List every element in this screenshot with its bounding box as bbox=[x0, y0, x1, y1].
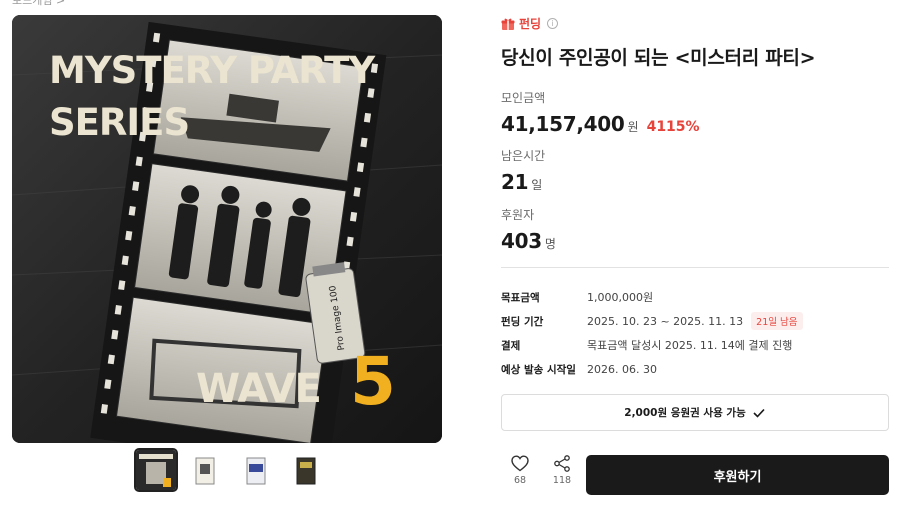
poster-title-line1: MYSTERY PARTY bbox=[49, 49, 376, 92]
backers-unit: 명 bbox=[544, 237, 556, 251]
like-count: 68 bbox=[513, 475, 527, 486]
raised-label: 모인금액 bbox=[501, 91, 546, 105]
funding-badge: 펀딩 i bbox=[501, 15, 889, 32]
backers-label: 후원자 bbox=[501, 208, 535, 222]
detail-value: 2025. 10. 23 ~ 2025. 11. 13 21일 남음 bbox=[587, 312, 803, 330]
coupon-label: 2,000원 응원권 사용 가능 bbox=[624, 407, 746, 419]
days-left-chip: 21일 남음 bbox=[751, 312, 803, 330]
raised-value: 41,157,400 bbox=[501, 112, 625, 136]
thumbnail-box-blue[interactable] bbox=[236, 450, 276, 490]
info-icon[interactable]: i bbox=[547, 18, 559, 29]
support-button[interactable]: 후원하기 bbox=[586, 455, 889, 495]
raised-amount: 모인금액 41,157,400 원 4115% bbox=[501, 89, 700, 136]
detail-label: 펀딩 기간 bbox=[501, 315, 544, 328]
detail-label: 목표금액 bbox=[501, 291, 540, 304]
detail-row-payment: 결제 목표금액 달성시 2025. 11. 14에 결제 진행 bbox=[501, 333, 889, 357]
detail-row-period: 펀딩 기간 2025. 10. 23 ~ 2025. 11. 13 21일 남음 bbox=[501, 309, 889, 333]
heart-icon bbox=[511, 455, 529, 472]
funding-badge-label: 펀딩 bbox=[519, 17, 542, 31]
product-title: 당신이 주인공이 되는 <미스터리 파티> bbox=[501, 47, 816, 69]
detail-value: 목표금액 달성시 2025. 11. 14에 결제 진행 bbox=[587, 339, 793, 352]
backer-count: 후원자 403 명 bbox=[501, 206, 556, 253]
funding-info-panel: 펀딩 i 당신이 주인공이 되는 <미스터리 파티> 모인금액 41,157,4… bbox=[501, 15, 889, 495]
share-count: 118 bbox=[552, 475, 572, 486]
remaining-value: 21 bbox=[501, 170, 529, 194]
check-icon bbox=[753, 408, 765, 418]
detail-value: 2026. 06. 30 bbox=[587, 362, 657, 376]
divider bbox=[501, 267, 889, 268]
funding-details: 목표금액 1,000,000원 펀딩 기간 2025. 10. 23 ~ 202… bbox=[501, 285, 889, 381]
remaining-unit: 일 bbox=[531, 178, 543, 192]
thumbnail-strip bbox=[134, 448, 326, 492]
share-icon bbox=[554, 455, 570, 472]
gift-icon bbox=[501, 18, 515, 30]
period-dates: 2025. 10. 23 ~ 2025. 11. 13 bbox=[587, 314, 744, 328]
raised-unit: 원 bbox=[627, 120, 639, 134]
detail-label: 결제 bbox=[501, 339, 521, 352]
thumbnail-main-cover[interactable] bbox=[134, 448, 178, 492]
action-bar: 68 118 후원하기 bbox=[501, 455, 889, 495]
detail-row-goal: 목표금액 1,000,000원 bbox=[501, 285, 889, 309]
breadcrumb[interactable]: 보드게임 > bbox=[12, 0, 65, 8]
thumbnail-box-white[interactable] bbox=[186, 450, 226, 490]
detail-value: 1,000,000원 bbox=[587, 291, 654, 304]
like-button[interactable]: 68 bbox=[503, 455, 537, 486]
remaining-time: 남은시간 21 일 bbox=[501, 147, 545, 194]
detail-label: 예상 발송 시작일 bbox=[501, 363, 576, 376]
remaining-label: 남은시간 bbox=[501, 149, 546, 163]
coupon-button[interactable]: 2,000원 응원권 사용 가능 bbox=[501, 394, 889, 431]
detail-row-shipping: 예상 발송 시작일 2026. 06. 30 bbox=[501, 357, 889, 381]
achievement-percent: 4115% bbox=[646, 119, 700, 135]
poster-title-line2: SERIES bbox=[49, 101, 189, 144]
backers-value: 403 bbox=[501, 229, 542, 253]
share-button[interactable]: 118 bbox=[545, 455, 579, 486]
poster-wave-text: WAVE bbox=[196, 366, 321, 412]
thumbnail-box-dark[interactable] bbox=[286, 450, 326, 490]
main-product-image[interactable]: Pro Image 100 MYSTERY PARTY SERIES WAVE … bbox=[12, 15, 442, 443]
poster-wave-number: 5 bbox=[350, 343, 396, 420]
